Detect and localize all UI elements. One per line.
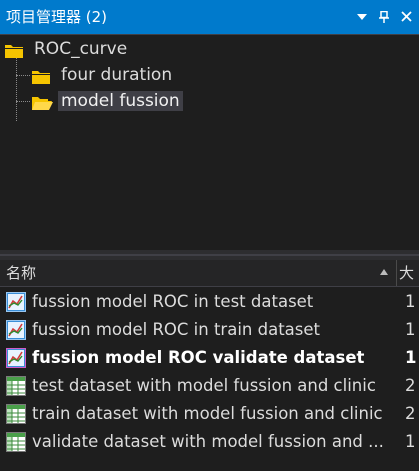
tree-item-label: four duration [61, 65, 173, 85]
list-item-size: 1 [405, 292, 416, 311]
tree-connector [16, 75, 30, 76]
close-icon[interactable] [396, 7, 416, 27]
file-list: 名称 大 fussion model ROC in test dataset 1 [0, 260, 419, 471]
list-item-name: fussion model ROC in test dataset [32, 292, 314, 311]
project-tree: ROC_curve four duration model fussion [0, 34, 419, 250]
folder-open-icon [32, 95, 53, 110]
tree-connector [16, 57, 17, 121]
list-item[interactable]: fussion model ROC validate dataset 1 [0, 344, 419, 372]
list-item-name: fussion model ROC in train dataset [32, 320, 321, 339]
list-item-size: 1 [405, 432, 416, 451]
list-item-size: 2 [405, 404, 416, 423]
column-header-name[interactable]: 名称 [0, 260, 397, 286]
dropdown-arrow-icon[interactable] [352, 7, 372, 27]
graph-icon [6, 292, 26, 312]
pin-icon[interactable] [374, 7, 394, 27]
list-item-name: validate dataset with model fussion and … [32, 432, 384, 451]
tree-item-roc-curve[interactable]: ROC_curve [31, 37, 130, 61]
folder-icon [32, 69, 50, 84]
tree-item-model-fussion[interactable]: model fussion [58, 89, 183, 113]
panel-splitter[interactable] [0, 250, 419, 260]
list-header: 名称 大 [0, 260, 419, 287]
list-item-size: 2 [405, 376, 416, 395]
list-item-size: 1 [405, 348, 417, 367]
panel-title: 项目管理器 (2) [6, 8, 108, 26]
splitter-grip [0, 254, 419, 256]
list-item-size: 1 [405, 320, 416, 339]
tree-connector [16, 101, 30, 102]
graph-icon [6, 320, 26, 340]
column-header-label: 名称 [6, 264, 37, 282]
tree-item-four-duration[interactable]: four duration [58, 63, 175, 87]
folder-icon [5, 43, 23, 58]
tree-item-label: model fussion [58, 91, 183, 111]
list-item[interactable]: train dataset with model fussion and cli… [0, 400, 419, 428]
worksheet-icon [6, 432, 26, 452]
graph-icon [6, 348, 26, 368]
list-item-name: train dataset with model fussion and cli… [32, 404, 383, 423]
list-item[interactable]: fussion model ROC in test dataset 1 [0, 288, 419, 316]
sort-ascending-icon [380, 269, 388, 275]
list-item-name: fussion model ROC validate dataset [32, 348, 365, 367]
worksheet-icon [6, 404, 26, 424]
list-item[interactable]: validate dataset with model fussion and … [0, 428, 419, 456]
worksheet-icon [6, 376, 26, 396]
tree-item-label: ROC_curve [34, 39, 128, 59]
list-item[interactable]: fussion model ROC in train dataset 1 [0, 316, 419, 344]
column-header-size[interactable]: 大 [399, 262, 419, 284]
list-item[interactable]: test dataset with model fussion and clin… [0, 372, 419, 400]
list-item-name: test dataset with model fussion and clin… [32, 376, 376, 395]
panel-title-bar: 项目管理器 (2) [0, 0, 419, 34]
